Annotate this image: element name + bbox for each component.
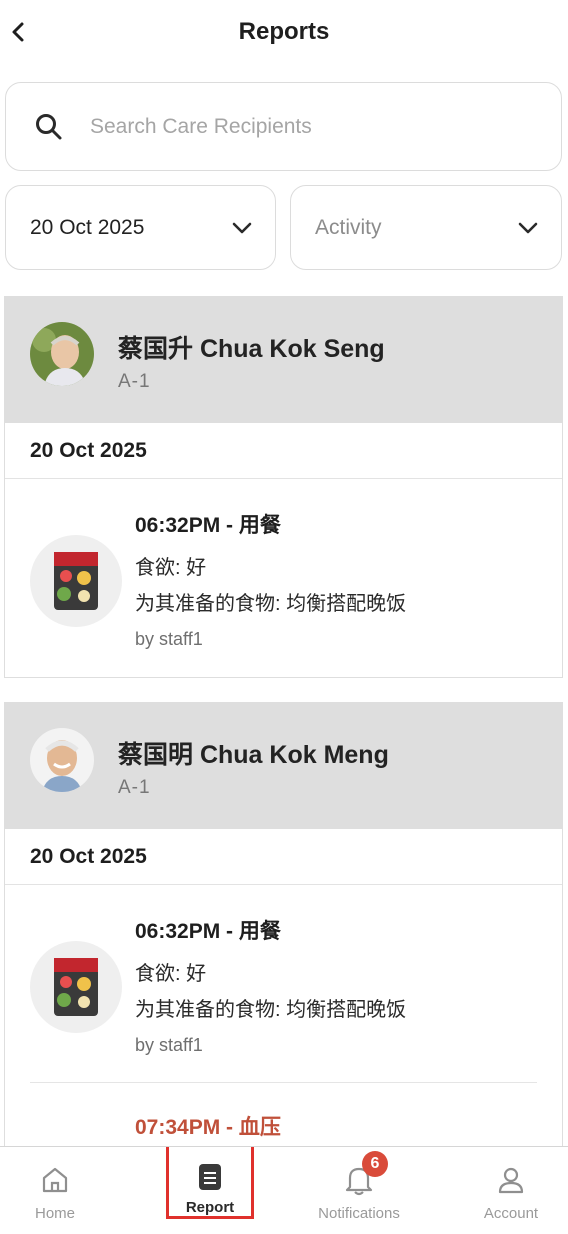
activity-entry[interactable]: 06:32PM - 用餐 食欲: 好 为其准备的食物: 均衡搭配晚饭 by st…: [5, 479, 562, 677]
activity-filter-value: Activity: [315, 215, 382, 239]
nav-report[interactable]: Report: [166, 1147, 254, 1219]
chevron-down-icon: [232, 222, 252, 233]
user-icon: [496, 1159, 526, 1201]
avatar: [30, 322, 94, 386]
home-icon: [40, 1159, 70, 1201]
report-icon: [197, 1159, 223, 1195]
nav-account[interactable]: Account: [470, 1147, 552, 1234]
entry-time-blood-pressure[interactable]: 07:34PM - 血压: [135, 1111, 281, 1141]
page-title: Reports: [238, 18, 330, 45]
recipient-name: 蔡国升 Chua Kok Seng: [118, 335, 385, 363]
entry-divider: [30, 1081, 537, 1083]
nav-notifications-label: Notifications: [318, 1205, 400, 1222]
entry-detail: 食欲: 好: [135, 963, 207, 985]
recipient-name: 蔡国明 Chua Kok Meng: [118, 741, 389, 769]
report-date: 20 Oct 2025: [5, 829, 562, 885]
nav-account-label: Account: [483, 1205, 539, 1222]
recipient-header[interactable]: 蔡国明 Chua Kok Meng A-1: [5, 703, 562, 829]
bottom-nav: Home Report 6 Notifications Account: [0, 1146, 568, 1234]
recipient-room: A-1: [118, 371, 151, 392]
recipient-card: 蔡国升 Chua Kok Seng A-1 20 Oct 2025 06:32P…: [4, 296, 563, 678]
report-date: 20 Oct 2025: [5, 423, 562, 479]
recipient-header[interactable]: 蔡国升 Chua Kok Seng A-1: [5, 297, 562, 423]
entry-time: 06:32PM - 用餐: [135, 920, 281, 943]
activity-entry[interactable]: 06:32PM - 用餐 食欲: 好 为其准备的食物: 均衡搭配晚饭 by st…: [5, 885, 562, 1083]
entry-author: by staff1: [135, 1035, 203, 1055]
bell-icon: 6: [344, 1151, 388, 1201]
top-bar: Reports: [0, 0, 568, 66]
meal-thumbnail: [30, 535, 122, 627]
meal-thumbnail: [30, 941, 122, 1033]
date-filter-dropdown[interactable]: 20 Oct 2025: [5, 185, 276, 270]
recipient-card: 蔡国明 Chua Kok Meng A-1 20 Oct 2025 06:32P…: [4, 702, 563, 1162]
entry-detail: 为其准备的食物: 均衡搭配晚饭: [135, 999, 407, 1021]
avatar: [30, 728, 94, 792]
entry-detail: 食欲: 好: [135, 557, 207, 579]
search-input[interactable]: [90, 114, 520, 139]
search-icon: [34, 112, 64, 142]
entry-author: by staff1: [135, 629, 203, 649]
date-filter-value: 20 Oct 2025: [30, 215, 145, 239]
chevron-down-icon: [518, 222, 538, 233]
recipient-room: A-1: [118, 777, 151, 798]
nav-notifications[interactable]: 6 Notifications: [300, 1147, 418, 1234]
notification-badge: 6: [362, 1151, 388, 1177]
nav-report-label: Report: [185, 1199, 235, 1216]
entry-time: 06:32PM - 用餐: [135, 514, 281, 537]
entry-detail: 为其准备的食物: 均衡搭配晚饭: [135, 593, 407, 615]
nav-home[interactable]: Home: [14, 1147, 96, 1234]
activity-filter-dropdown[interactable]: Activity: [290, 185, 562, 270]
search-box[interactable]: [5, 82, 562, 171]
nav-home-label: Home: [34, 1205, 75, 1222]
